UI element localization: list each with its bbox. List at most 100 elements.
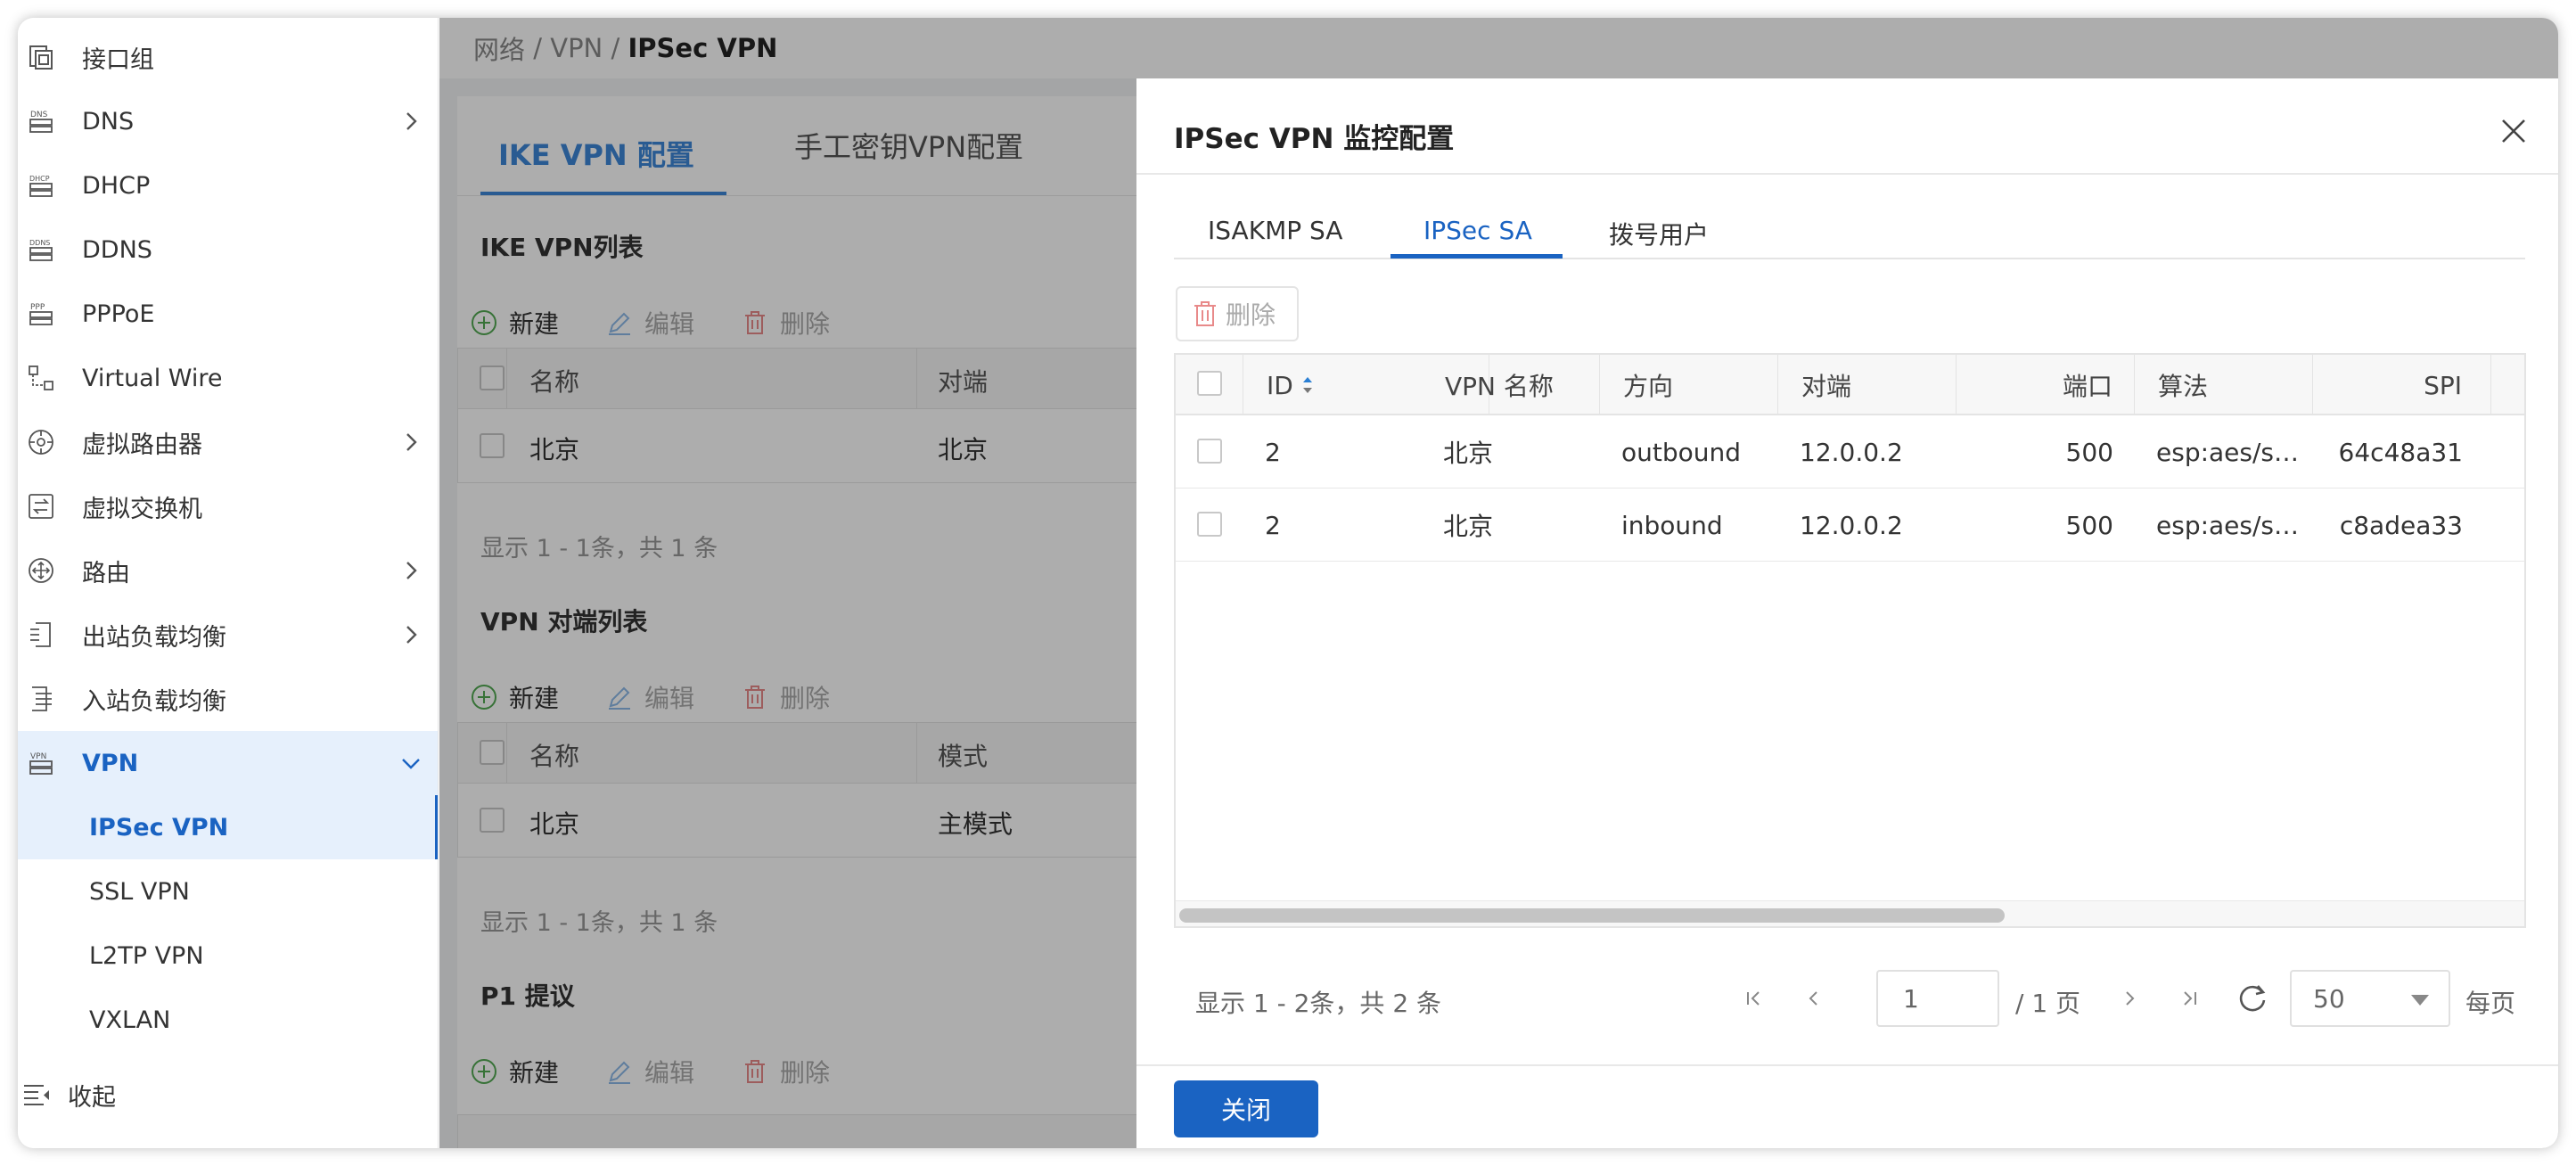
horizontal-scrollbar[interactable] <box>1176 900 2524 926</box>
page-size-select[interactable]: 50 <box>2290 970 2450 1027</box>
column-label: ID <box>1267 370 1293 400</box>
cell-algorithm: esp:aes/s… <box>2156 437 2300 467</box>
sidebar-item-virtual-switch[interactable]: 虚拟交换机 <box>18 474 438 538</box>
cell-vpn-name: 北京 <box>1443 512 1494 541</box>
pagination: 显示 1 - 2条，共 2 条 1 / 1 页 50 每页 <box>1174 970 2526 1029</box>
table-row[interactable]: 2 北京 outbound 12.0.0.2 500 esp:aes/s… 64… <box>1176 415 2524 489</box>
total-pages: / 1 页 <box>2015 989 2081 1018</box>
svg-text:DDNS: DDNS <box>29 239 50 247</box>
sidebar-item-outbound-lb[interactable]: 出站负载均衡 <box>18 603 438 667</box>
chevron-right-icon <box>406 433 417 451</box>
divider <box>1136 1064 2558 1066</box>
sidebar-item-dhcp[interactable]: DHCP DHCP <box>18 153 438 218</box>
outbound-lb-icon <box>25 619 57 651</box>
dhcp-icon: DHCP <box>25 169 57 201</box>
sidebar-item-label: DDNS <box>82 235 152 264</box>
cell-direction: inbound <box>1621 510 1723 540</box>
virtual-wire-icon <box>25 362 57 394</box>
sidebar-item-route[interactable]: 路由 <box>18 538 438 603</box>
svg-text:DNS: DNS <box>30 111 48 119</box>
sidebar-item-partial <box>18 18 438 25</box>
cell-id: 2 <box>1265 437 1281 467</box>
prev-page-icon[interactable] <box>1798 982 1830 1014</box>
cell-port: 500 <box>2065 437 2113 467</box>
close-button[interactable]: 关闭 <box>1174 1080 1318 1137</box>
row-checkbox[interactable] <box>1197 439 1222 464</box>
sidebar: 接口组 DNS DNS DHCP DHCP DDNS DDNS PPP PPPo… <box>18 18 439 1148</box>
column-header-spi: SPI <box>2313 355 2491 415</box>
sidebar-item-label: DNS <box>82 107 135 135</box>
sidebar-item-virtual-wire[interactable]: Virtual Wire <box>18 346 438 410</box>
sidebar-item-vpn[interactable]: VPN VPN <box>18 731 438 795</box>
cell-spi: c8adea33 <box>2339 510 2463 540</box>
first-page-icon[interactable] <box>1737 982 1769 1014</box>
drawer-title: IPSec VPN 监控配置 <box>1174 123 1455 155</box>
row-checkbox[interactable] <box>1197 512 1222 537</box>
tab-ipsec-sa[interactable]: IPSec SA <box>1423 216 1532 245</box>
inbound-lb-icon <box>25 683 57 715</box>
sidebar-item-virtual-router[interactable]: 虚拟路由器 <box>18 410 438 474</box>
last-page-icon[interactable] <box>2174 982 2206 1014</box>
per-page-label: 每页 <box>2465 989 2516 1018</box>
refresh-icon[interactable] <box>2235 981 2270 1016</box>
sidebar-item-label: DHCP <box>82 171 151 200</box>
column-header-direction: 方向 <box>1600 355 1778 415</box>
sidebar-item-label: 虚拟路由器 <box>82 431 202 459</box>
svg-text:DHCP: DHCP <box>29 175 50 183</box>
sidebar-item-label: 接口组 <box>82 45 154 74</box>
sort-icon[interactable] <box>1300 374 1315 397</box>
select-all-checkbox[interactable] <box>1197 371 1222 396</box>
route-icon <box>25 554 57 587</box>
sidebar-item-label: 出站负载均衡 <box>82 623 226 652</box>
page-number-input[interactable]: 1 <box>1876 970 1999 1027</box>
sidebar-item-dns[interactable]: DNS DNS <box>18 89 438 153</box>
sidebar-item-label: VXLAN <box>89 1006 171 1034</box>
collapse-label: 收起 <box>68 1083 116 1112</box>
sidebar-item-ssl-vpn[interactable]: SSL VPN <box>18 859 438 924</box>
sidebar-item-label: 虚拟交换机 <box>82 495 202 523</box>
chevron-right-icon <box>406 112 417 130</box>
chevron-right-icon <box>406 626 417 644</box>
sidebar-item-label: PPPoE <box>82 300 155 328</box>
sidebar-item-inbound-lb[interactable]: 入站负载均衡 <box>18 667 438 731</box>
next-page-icon[interactable] <box>2113 982 2145 1014</box>
trash-icon <box>1194 301 1216 326</box>
cell-vpn-name: 北京 <box>1443 439 1494 468</box>
cell-direction: outbound <box>1621 437 1742 467</box>
tab-baseline <box>1174 258 2525 259</box>
pagination-info: 显示 1 - 2条，共 2 条 <box>1195 989 1442 1018</box>
dropdown-arrow-icon <box>2411 995 2429 1006</box>
delete-button[interactable]: 删除 <box>1176 286 1299 341</box>
sidebar-item-ddns[interactable]: DDNS DDNS <box>18 218 438 282</box>
cell-spi: 64c48a31 <box>2338 437 2463 467</box>
sidebar-item-interface-group[interactable]: 接口组 <box>18 25 438 89</box>
sidebar-item-label: SSL VPN <box>89 877 190 906</box>
tab-active-indicator <box>1391 254 1563 259</box>
table-header: ID VPN 名称 方向 对端 端口 算法 SPI <box>1176 355 2524 415</box>
column-header-algorithm: 算法 <box>2135 355 2313 415</box>
close-icon[interactable] <box>2498 116 2529 146</box>
sidebar-item-l2tp-vpn[interactable]: L2TP VPN <box>18 924 438 988</box>
sidebar-item-vxlan[interactable]: VXLAN <box>18 988 438 1052</box>
sidebar-item-pppoe[interactable]: PPP PPPoE <box>18 282 438 346</box>
sidebar-item-label: 路由 <box>82 559 130 587</box>
sidebar-collapse-button[interactable]: 收起 <box>18 1063 438 1127</box>
scrollbar-thumb[interactable] <box>1179 908 2005 923</box>
divider <box>1136 173 2558 175</box>
svg-text:VPN: VPN <box>30 752 46 761</box>
ipsec-sa-table: ID VPN 名称 方向 对端 端口 算法 SPI 2 北京 outbound … <box>1174 353 2526 928</box>
cell-algorithm: esp:aes/s… <box>2156 510 2300 540</box>
sidebar-item-ipsec-vpn[interactable]: IPSec VPN <box>18 795 438 859</box>
tab-isakmp-sa[interactable]: ISAKMP SA <box>1208 216 1342 245</box>
table-row[interactable]: 2 北京 inbound 12.0.0.2 500 esp:aes/s… c8a… <box>1176 489 2524 562</box>
vpn-icon: VPN <box>25 747 57 779</box>
virtual-router-icon <box>25 426 57 458</box>
column-header-peer: 对端 <box>1778 355 1957 415</box>
cell-peer: 12.0.0.2 <box>1800 437 1903 467</box>
sidebar-item-label: IPSec VPN <box>89 813 229 842</box>
cell-id: 2 <box>1265 510 1281 540</box>
virtual-switch-icon <box>25 490 57 522</box>
tab-dial-users[interactable]: 拨号用户 <box>1609 216 1709 251</box>
collapse-icon <box>21 1079 53 1111</box>
delete-label: 删除 <box>1226 300 1276 330</box>
